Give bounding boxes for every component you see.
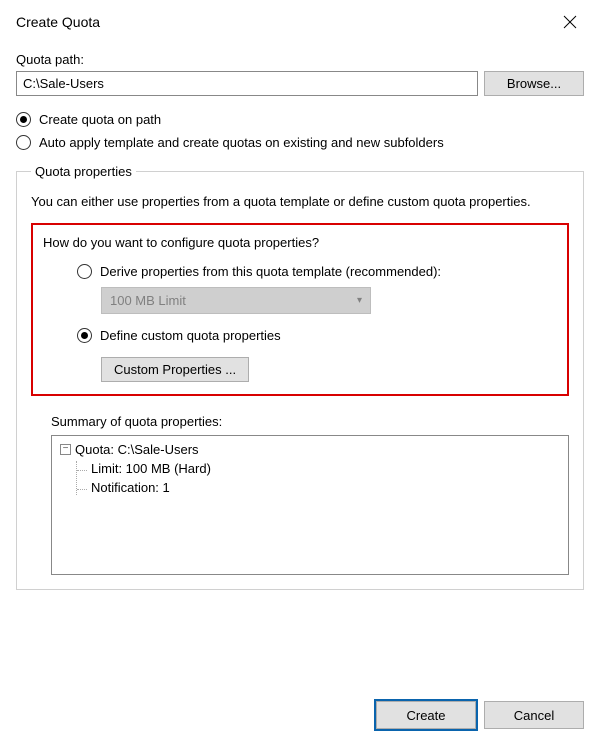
cancel-button[interactable]: Cancel: [484, 701, 584, 729]
custom-properties-button[interactable]: Custom Properties ...: [101, 357, 249, 382]
radio-auto-apply-label: Auto apply template and create quotas on…: [39, 135, 444, 150]
quota-path-input[interactable]: [16, 71, 478, 96]
chevron-down-icon: ▾: [357, 295, 362, 306]
browse-button[interactable]: Browse...: [484, 71, 584, 96]
quota-properties-group: Quota properties You can either use prop…: [16, 164, 584, 590]
quota-properties-desc: You can either use properties from a quo…: [31, 193, 569, 211]
radio-derive-label: Derive properties from this quota templa…: [100, 264, 441, 279]
radio-define-label: Define custom quota properties: [100, 328, 281, 343]
radio-icon: [77, 328, 92, 343]
tree-item-limit: Limit: 100 MB (Hard): [77, 461, 560, 476]
summary-tree[interactable]: − Quota: C:\Sale-Users Limit: 100 MB (Ha…: [51, 435, 569, 575]
configure-highlight: How do you want to configure quota prope…: [31, 223, 569, 396]
radio-create-on-path[interactable]: Create quota on path: [16, 112, 584, 127]
window-title: Create Quota: [16, 14, 100, 30]
template-select-value: 100 MB Limit: [110, 293, 186, 308]
summary-label: Summary of quota properties:: [51, 414, 569, 429]
configure-question: How do you want to configure quota prope…: [43, 235, 557, 250]
quota-properties-legend: Quota properties: [31, 164, 136, 179]
tree-collapse-icon[interactable]: −: [60, 444, 71, 455]
radio-icon: [16, 135, 31, 150]
radio-icon: [16, 112, 31, 127]
quota-path-label: Quota path:: [16, 52, 584, 67]
radio-derive-template[interactable]: Derive properties from this quota templa…: [77, 264, 557, 279]
create-button[interactable]: Create: [376, 701, 476, 729]
tree-item-notification: Notification: 1: [77, 480, 560, 495]
template-select[interactable]: 100 MB Limit ▾: [101, 287, 371, 314]
tree-root-label: Quota: C:\Sale-Users: [75, 442, 199, 457]
close-icon: [563, 15, 577, 29]
radio-define-custom[interactable]: Define custom quota properties: [77, 328, 557, 343]
radio-auto-apply[interactable]: Auto apply template and create quotas on…: [16, 135, 584, 150]
radio-icon: [77, 264, 92, 279]
close-button[interactable]: [552, 8, 588, 36]
radio-create-on-path-label: Create quota on path: [39, 112, 161, 127]
